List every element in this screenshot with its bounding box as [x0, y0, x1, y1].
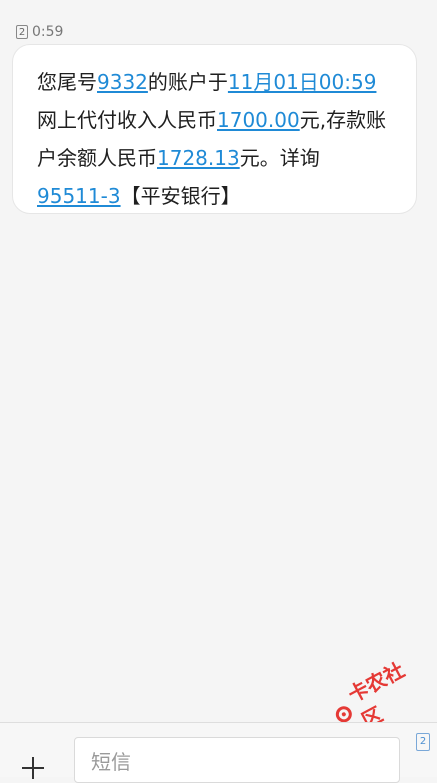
message-meta: 2 0:59	[16, 24, 63, 40]
phone-link[interactable]: 95511-3	[37, 184, 121, 208]
sim-icon: 2	[16, 25, 28, 39]
message-text-part-1: 您尾号	[37, 70, 97, 94]
message-input[interactable]: 短信	[74, 737, 400, 783]
balance-link[interactable]: 1728.13	[157, 146, 240, 170]
watermark-text: 卡农社区	[344, 657, 409, 733]
account-tail-link[interactable]: 9332	[97, 70, 148, 94]
message-text-part-3: 网上代付收入人民币	[37, 108, 217, 132]
composer-bar: 短信	[0, 722, 437, 783]
message-bubble: 您尾号9332的账户于11月01日00:59 网上代付收入人民币1700.00 元…	[12, 44, 417, 214]
message-text-part-6: 【平安银行】	[120, 184, 241, 208]
message-text-part-2: 的账户于	[147, 70, 228, 94]
sim-switch-icon[interactable]: 2	[416, 733, 430, 751]
message-input-placeholder: 短信	[91, 749, 131, 774]
message-time: 0:59	[32, 24, 64, 40]
amount-link[interactable]: 1700.00	[217, 108, 300, 132]
message-text-part-5: 元。详询	[239, 146, 320, 170]
datetime-link[interactable]: 11月01日00:59	[228, 70, 377, 94]
